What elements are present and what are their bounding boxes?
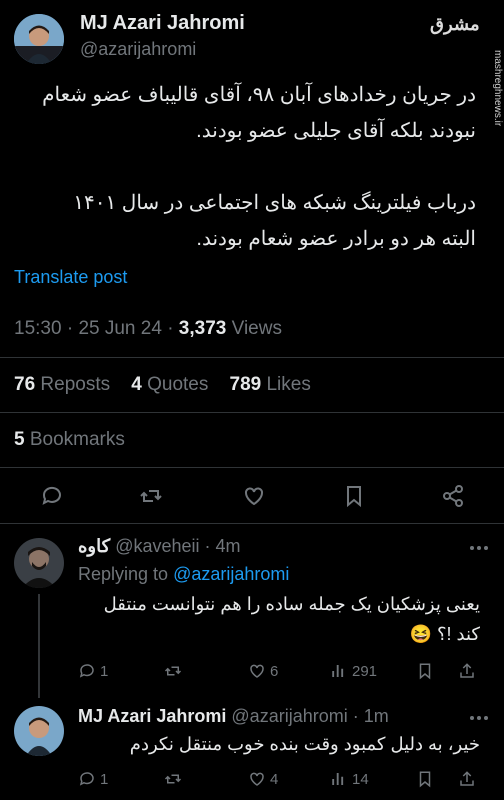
avatar[interactable]	[14, 538, 64, 588]
reply-author-handle[interactable]: @azarijahromi	[231, 706, 347, 726]
likes-label: Likes	[266, 374, 311, 395]
post-meta: 15:30 · 25 Jun 24 · 3,373 Views	[14, 318, 282, 340]
analytics-icon	[332, 773, 344, 785]
repost-icon[interactable]	[139, 484, 163, 508]
divider	[0, 467, 504, 468]
reply-text-line-1: یعنی پزشکیان یک جمله ساده را هم نتوانست …	[103, 594, 480, 614]
reply-author-handle[interactable]: @kaveheii	[115, 536, 199, 556]
bookmark-icon	[419, 771, 431, 788]
reposts-stat[interactable]: 76 Reposts	[14, 374, 110, 395]
views-count: 14	[352, 770, 369, 788]
reply-header: MJ Azari Jahromi @azarijahromi · 1m	[78, 706, 389, 727]
translate-post-link[interactable]: Translate post	[14, 267, 127, 288]
post-text-line-1: در جریان رخدادهای آبان ۹۸، آقای قالیباف …	[42, 84, 476, 106]
reply-header: کاوه @kaveheii · 4m	[78, 536, 241, 557]
views-label: Views	[231, 318, 282, 339]
like-icon	[250, 772, 264, 786]
post-text-line-4: البته هر دو برادر عضو شعام بودند.	[196, 228, 476, 250]
bookmarks-label: Bookmarks	[29, 429, 125, 450]
reply-icon	[79, 772, 94, 786]
share-icon	[460, 771, 474, 786]
bookmarks-count: 5	[14, 429, 25, 450]
reply-action-repost[interactable]	[164, 770, 182, 793]
replying-to: Replying to @azarijahromi	[78, 564, 289, 585]
reply-action-bookmark[interactable]	[416, 662, 434, 685]
replying-to-label: Replying to	[78, 564, 169, 584]
views-count: 291	[352, 662, 378, 680]
post-text-line-2: نبودند بلکه آقای جلیلی عضو بودند.	[196, 120, 476, 142]
quotes-count: 4	[131, 374, 142, 395]
share-icon	[460, 663, 474, 678]
divider	[0, 357, 504, 358]
reply-action-reply[interactable]: 1	[78, 662, 108, 680]
thread-line	[38, 594, 40, 698]
reply-icon	[79, 664, 94, 678]
reply-author-name[interactable]: کاوه	[78, 536, 110, 556]
bookmark-icon[interactable]	[342, 484, 366, 508]
reply-count: 1	[100, 662, 109, 680]
like-count: 6	[270, 662, 279, 680]
reply-action-like[interactable]: 4	[248, 770, 278, 788]
quotes-label: Quotes	[147, 374, 209, 395]
repost-icon	[164, 666, 182, 676]
avatar[interactable]	[14, 14, 64, 64]
post-date[interactable]: 25 Jun 24	[78, 318, 161, 339]
reply-action-bookmark[interactable]	[416, 770, 434, 793]
like-icon[interactable]	[242, 484, 266, 508]
reply-text-line-2: کند !؟ 😆	[409, 624, 480, 644]
author-name[interactable]: MJ Azari Jahromi	[80, 12, 245, 35]
bookmark-icon	[419, 663, 431, 680]
reply-action-views[interactable]: 291	[330, 662, 377, 680]
reply-time[interactable]: · 4m	[205, 536, 241, 556]
share-icon[interactable]	[441, 484, 465, 508]
author-handle[interactable]: @azarijahromi	[80, 39, 196, 60]
meta-sep: ·	[167, 318, 179, 339]
repost-icon	[164, 774, 182, 784]
reply-action-like[interactable]: 6	[248, 662, 278, 680]
watermark-site: mashreghnews.ir	[492, 50, 503, 127]
avatar[interactable]	[14, 706, 64, 756]
reposts-count: 76	[14, 374, 36, 395]
watermark-logo: مشرق	[430, 14, 480, 34]
likes-stat[interactable]: 789 Likes	[230, 374, 311, 395]
reply-text: خیر، به دلیل کمبود وقت بنده خوب منتقل نک…	[129, 734, 480, 754]
more-icon[interactable]	[468, 710, 490, 726]
bookmarks-stat[interactable]: 5 Bookmarks	[14, 429, 125, 451]
reply-icon[interactable]	[40, 484, 64, 508]
divider	[0, 523, 504, 524]
post-time[interactable]: 15:30	[14, 318, 62, 339]
quotes-stat[interactable]: 4 Quotes	[131, 374, 208, 395]
reply-action-share[interactable]	[458, 770, 476, 793]
reposts-label: Reposts	[40, 374, 111, 395]
likes-count: 789	[229, 374, 262, 395]
like-count: 4	[270, 770, 279, 788]
reply-action-share[interactable]	[458, 662, 476, 685]
stats-row: 76 Reposts 4 Quotes 789 Likes	[14, 374, 311, 396]
post-text-line-3: درباب فیلترینگ شبکه های اجتماعی در سال ۱…	[73, 192, 476, 214]
views-count: 3,373	[178, 318, 227, 339]
reply-author-name[interactable]: MJ Azari Jahromi	[78, 706, 226, 726]
replying-to-handle[interactable]: @azarijahromi	[173, 564, 289, 584]
like-icon	[250, 664, 264, 678]
reply-action-reply[interactable]: 1	[78, 770, 108, 788]
reply-action-views[interactable]: 14	[330, 770, 369, 788]
reply-count: 1	[100, 770, 109, 788]
reply-time[interactable]: · 1m	[353, 706, 389, 726]
more-icon[interactable]	[468, 540, 490, 556]
analytics-icon	[332, 665, 344, 677]
divider	[0, 412, 504, 413]
meta-sep: ·	[66, 318, 79, 339]
reply-action-repost[interactable]	[164, 662, 182, 685]
